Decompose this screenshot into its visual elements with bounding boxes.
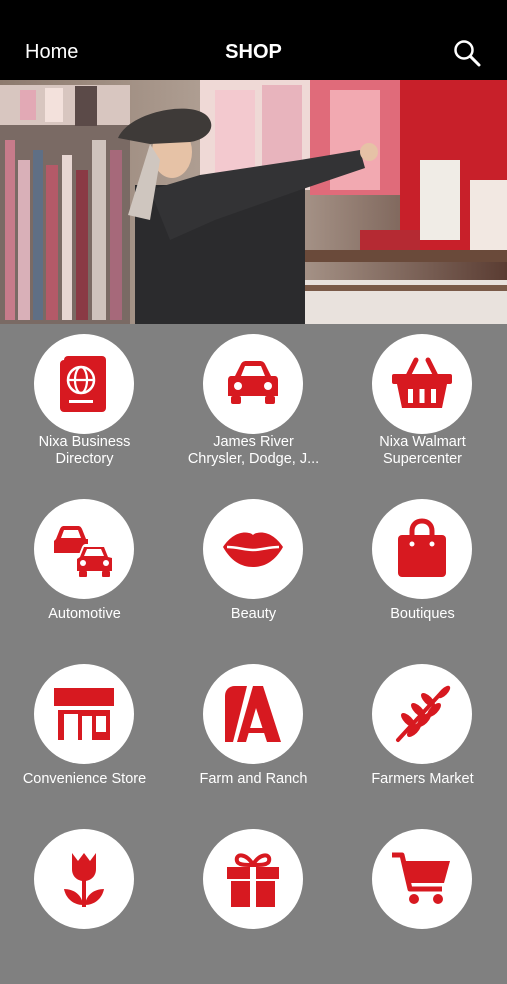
- category-icon-circle: [34, 664, 134, 764]
- category-label-line2: Directory: [55, 451, 114, 467]
- cars-icon: [54, 526, 113, 577]
- category-icon-circle: [203, 499, 303, 599]
- category-label: Nixa Walmart Supercenter: [342, 434, 503, 468]
- category-label: Convenience Store: [4, 771, 165, 788]
- gift-icon: [227, 853, 279, 907]
- category-tile-gifts[interactable]: [169, 819, 338, 984]
- category-icon-circle: [34, 499, 134, 599]
- top-bar: Home SHOP: [0, 0, 507, 80]
- barn-icon: [225, 686, 281, 742]
- category-icon-circle: [372, 664, 472, 764]
- store-icon: [54, 688, 114, 740]
- category-icon-circle: [34, 829, 134, 929]
- category-label: Farm and Ranch: [173, 771, 334, 788]
- category-label: Boutiques: [342, 606, 503, 623]
- category-icon-circle: [203, 664, 303, 764]
- category-grid: Nixa Business Directory James River Chry…: [0, 324, 507, 929]
- category-label-line1: James River: [213, 434, 294, 450]
- category-label-line1: Farm and Ranch: [199, 771, 308, 787]
- category-label: Beauty: [173, 606, 334, 623]
- shopping-bag-icon: [398, 518, 446, 577]
- hero-image: [0, 80, 507, 324]
- shopping-cart-icon: [392, 852, 450, 904]
- tulip-icon: [64, 853, 104, 907]
- category-icon-circle: [372, 829, 472, 929]
- category-tile-boutiques[interactable]: Boutiques: [338, 489, 507, 654]
- category-icon-circle: [372, 499, 472, 599]
- category-label-line1: Beauty: [230, 606, 277, 622]
- category-label-line1: Boutiques: [390, 606, 455, 622]
- category-tile-farm-and-ranch[interactable]: Farm and Ranch: [169, 654, 338, 819]
- category-label-line1: Farmers Market: [371, 771, 474, 787]
- category-icon-circle: [34, 334, 134, 434]
- category-icon-circle: [203, 829, 303, 929]
- lips-icon: [223, 532, 283, 567]
- category-label-line2: Supercenter: [383, 451, 462, 467]
- category-label-line1: Nixa Walmart: [379, 434, 466, 450]
- category-tile-farmers-market[interactable]: Farmers Market: [338, 654, 507, 819]
- category-label-line2: Chrysler, Dodge, J...: [187, 451, 320, 467]
- category-label: James River Chrysler, Dodge, J...: [173, 434, 334, 468]
- shopping-basket-icon: [392, 357, 452, 408]
- category-tile-james-river-chrysler[interactable]: James River Chrysler, Dodge, J...: [169, 324, 338, 489]
- car-icon: [228, 361, 278, 404]
- category-tile-nixa-walmart[interactable]: Nixa Walmart Supercenter: [338, 324, 507, 489]
- category-label-line1: Automotive: [48, 606, 121, 622]
- category-icon-circle: [203, 334, 303, 434]
- category-tile-garden[interactable]: [0, 819, 169, 984]
- category-tile-grocery[interactable]: [338, 819, 507, 984]
- category-icon-circle: [372, 334, 472, 434]
- category-tile-business-directory[interactable]: Nixa Business Directory: [0, 324, 169, 489]
- category-label-line1: Convenience Store: [22, 771, 147, 787]
- search-icon[interactable]: [452, 38, 482, 68]
- page-title: SHOP: [225, 41, 282, 63]
- category-label: Nixa Business Directory: [4, 434, 165, 468]
- wheat-icon: [396, 685, 451, 742]
- category-label-line1: Nixa Business: [38, 434, 131, 450]
- category-tile-convenience-store[interactable]: Convenience Store: [0, 654, 169, 819]
- category-tile-beauty[interactable]: Beauty: [169, 489, 338, 654]
- passport-icon: [60, 356, 106, 412]
- category-label: Automotive: [4, 606, 165, 623]
- category-tile-automotive[interactable]: Automotive: [0, 489, 169, 654]
- category-label: Farmers Market: [342, 771, 503, 788]
